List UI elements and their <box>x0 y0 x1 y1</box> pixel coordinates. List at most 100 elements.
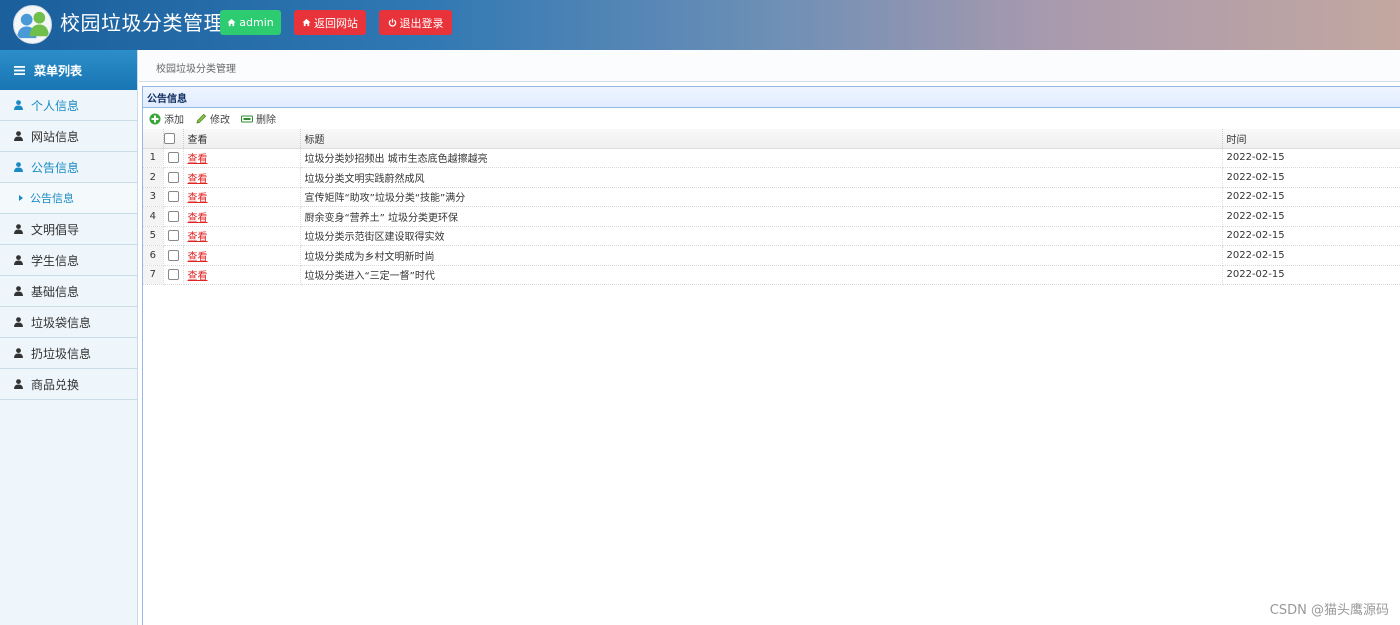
row-number: 2 <box>143 167 164 188</box>
sidebar-subitem[interactable]: 公告信息 <box>0 183 137 214</box>
admin-button[interactable]: admin <box>220 10 281 35</box>
table-header-row: 查看 标题 时间 <box>143 129 1400 149</box>
view-cell: 查看 <box>183 167 301 188</box>
title-cell: 垃圾分类文明实践蔚然成风 <box>300 167 1223 188</box>
table-row[interactable]: 7 查看 垃圾分类进入“三定一督”时代 2022-02-15 <box>143 265 1400 285</box>
sidebar-item[interactable]: 学生信息 <box>0 245 137 276</box>
row-checkbox[interactable] <box>167 249 179 261</box>
time-cell: 2022-02-15 <box>1222 265 1400 285</box>
time-cell: 2022-02-15 <box>1222 187 1400 207</box>
column-header-view: 查看 <box>183 129 301 149</box>
sidebar: 菜单列表 个人信息 网站信息 公告信息 公告信息 文明倡导 学生信息 基础信息 垃圾袋信息 扔垃… <box>0 50 138 625</box>
logout-button[interactable]: 退出登录 <box>379 10 452 35</box>
back-to-site-button[interactable]: 返回网站 <box>294 10 366 35</box>
title-cell: 垃圾分类成为乡村文明新时尚 <box>300 245 1223 266</box>
row-checkbox[interactable] <box>167 152 179 163</box>
column-header-title: 标题 <box>300 129 1223 149</box>
view-link[interactable]: 查看 <box>188 154 208 165</box>
sidebar-item[interactable]: 基础信息 <box>0 276 137 307</box>
sidebar-item[interactable]: 公告信息 <box>0 152 137 183</box>
sidebar-item[interactable]: 垃圾袋信息 <box>0 307 137 338</box>
sidebar-item[interactable]: 扔垃圾信息 <box>0 338 137 369</box>
time-cell: 2022-02-15 <box>1222 206 1400 227</box>
sidebar-item-label: 扔垃圾信息 <box>31 346 92 361</box>
list-icon <box>14 65 25 75</box>
table-row[interactable]: 3 查看 宣传矩阵“助攻”垃圾分类“技能”满分 2022-02-15 <box>143 187 1400 207</box>
sidebar-item-label: 垃圾袋信息 <box>31 315 92 330</box>
table-row[interactable]: 2 查看 垃圾分类文明实践蔚然成风 2022-02-15 <box>143 167 1400 188</box>
row-checkbox[interactable] <box>167 230 179 241</box>
delete-button[interactable]: 删除 <box>241 111 276 126</box>
title-cell: 宣传矩阵“助攻”垃圾分类“技能”满分 <box>300 187 1223 207</box>
row-checkbox-cell <box>163 206 184 227</box>
admin-label: admin <box>239 16 274 29</box>
view-link[interactable]: 查看 <box>188 213 208 224</box>
row-checkbox-cell <box>163 148 184 168</box>
user-icon <box>14 286 23 296</box>
sidebar-item-label: 商品兑换 <box>31 377 80 392</box>
user-icon <box>14 255 23 265</box>
view-link[interactable]: 查看 <box>188 252 208 263</box>
sidebar-item-label: 公告信息 <box>31 160 80 175</box>
home-icon <box>227 18 236 27</box>
sidebar-item-label: 基础信息 <box>31 284 80 299</box>
row-checkbox[interactable] <box>167 171 179 183</box>
row-checkbox-cell <box>163 265 184 285</box>
sidebar-item[interactable]: 商品兑换 <box>0 369 137 400</box>
power-icon <box>388 18 396 27</box>
row-number: 6 <box>143 245 164 266</box>
table-row[interactable]: 5 查看 垃圾分类示范街区建设取得实效 2022-02-15 <box>143 226 1400 246</box>
notice-panel: 公告信息 添加 修改 删除 查看 标题 时间 1 查看 垃圾分类妙招频出 城市生… <box>142 86 1400 625</box>
column-header-time: 时间 <box>1222 129 1400 149</box>
view-link[interactable]: 查看 <box>188 193 208 204</box>
row-checkbox[interactable] <box>167 269 179 280</box>
add-button[interactable]: 添加 <box>149 111 184 126</box>
view-link[interactable]: 查看 <box>188 174 208 185</box>
table-row[interactable]: 6 查看 垃圾分类成为乡村文明新时尚 2022-02-15 <box>143 245 1400 266</box>
row-number: 1 <box>143 148 164 168</box>
user-icon <box>14 131 23 141</box>
menu-header-label: 菜单列表 <box>34 63 83 78</box>
caret-right-icon <box>19 195 23 201</box>
sidebar-item[interactable]: 文明倡导 <box>0 214 137 245</box>
view-cell: 查看 <box>183 206 301 227</box>
title-cell: 垃圾分类妙招频出 城市生态底色越擦越亮 <box>300 148 1223 168</box>
logout-label: 退出登录 <box>399 16 444 30</box>
sidebar-item[interactable]: 个人信息 <box>0 90 137 121</box>
table-row[interactable]: 1 查看 垃圾分类妙招频出 城市生态底色越擦越亮 2022-02-15 <box>143 148 1400 168</box>
time-cell: 2022-02-15 <box>1222 226 1400 246</box>
notice-table: 查看 标题 时间 1 查看 垃圾分类妙招频出 城市生态底色越擦越亮 2022-02-1… <box>143 129 1400 285</box>
sidebar-item-label: 文明倡导 <box>31 222 80 237</box>
row-number: 5 <box>143 226 164 246</box>
sidebar-item-label: 个人信息 <box>31 98 80 113</box>
minus-icon <box>241 115 253 122</box>
home-icon <box>302 18 311 27</box>
row-checkbox[interactable] <box>167 191 179 202</box>
time-cell: 2022-02-15 <box>1222 245 1400 266</box>
rownum-header <box>143 129 164 149</box>
app-title: 校园垃圾分类管理 <box>60 11 224 35</box>
edit-button[interactable]: 修改 <box>195 111 230 126</box>
row-checkbox-cell <box>163 245 184 266</box>
user-icon <box>14 379 23 389</box>
row-checkbox-cell <box>163 226 184 246</box>
pencil-icon <box>196 113 207 123</box>
user-icon <box>14 162 23 172</box>
edit-label: 修改 <box>210 115 230 126</box>
delete-label: 删除 <box>256 115 276 126</box>
view-link[interactable]: 查看 <box>188 232 208 243</box>
title-cell: 垃圾分类进入“三定一督”时代 <box>300 265 1223 285</box>
breadcrumb: 校园垃圾分类管理 <box>156 64 236 75</box>
row-checkbox-cell <box>163 167 184 188</box>
select-all-checkbox[interactable] <box>163 132 175 144</box>
view-link[interactable]: 查看 <box>188 271 208 282</box>
plus-icon <box>149 113 161 124</box>
view-cell: 查看 <box>183 226 301 246</box>
user-icon <box>14 224 23 234</box>
view-cell: 查看 <box>183 265 301 285</box>
sidebar-item[interactable]: 网站信息 <box>0 121 137 152</box>
table-row[interactable]: 4 查看 厨余变身“营养土” 垃圾分类更环保 2022-02-15 <box>143 206 1400 227</box>
menu-header: 菜单列表 <box>0 50 137 90</box>
add-label: 添加 <box>164 115 184 126</box>
row-checkbox[interactable] <box>167 210 179 222</box>
